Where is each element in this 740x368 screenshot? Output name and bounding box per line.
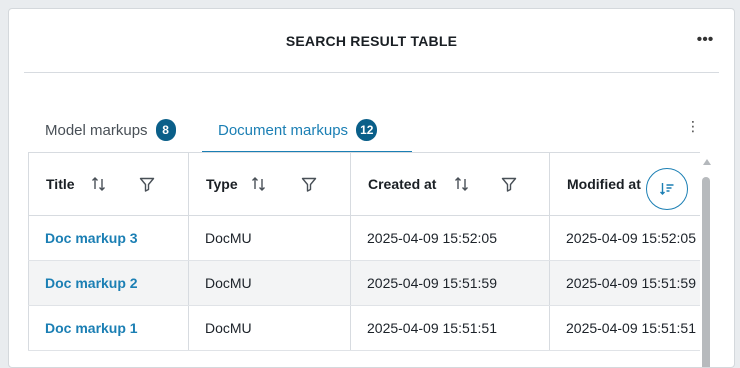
column-header-type: Type bbox=[188, 153, 351, 216]
tab-more-button[interactable]: ⋮ bbox=[686, 117, 700, 135]
cell-title: Doc markup 3 bbox=[28, 215, 189, 261]
cell-title: Doc markup 2 bbox=[28, 260, 189, 306]
filter-icon[interactable] bbox=[138, 175, 156, 193]
cell-created-at: 2025-04-09 15:51:59 bbox=[350, 260, 550, 306]
cell-created-at: 2025-04-09 15:52:05 bbox=[350, 215, 550, 261]
header-divider bbox=[24, 72, 719, 73]
panel-title: SEARCH RESULT TABLE bbox=[285, 33, 458, 49]
tab-document-markups[interactable]: Document markups 12 bbox=[202, 109, 412, 153]
filter-icon[interactable] bbox=[500, 175, 518, 193]
count-badge: 8 bbox=[155, 119, 176, 141]
tab-model-markups[interactable]: Model markups 8 bbox=[29, 109, 203, 151]
cell-type: DocMU bbox=[188, 305, 351, 351]
tab-label: Document markups bbox=[218, 121, 349, 139]
sort-icon[interactable] bbox=[90, 175, 108, 193]
column-label: Created at bbox=[368, 176, 437, 192]
cell-modified-at: 2025-04-09 15:51:51 bbox=[549, 305, 700, 351]
table-row[interactable]: Doc markup 3 DocMU 2025-04-09 15:52:05 2… bbox=[28, 215, 700, 261]
cell-type: DocMU bbox=[188, 215, 351, 261]
column-header-modified-at: Modified at bbox=[549, 153, 700, 216]
scroll-up-arrow-icon[interactable] bbox=[703, 159, 711, 165]
panel-more-button[interactable]: ••• bbox=[696, 31, 714, 49]
sort-icon[interactable] bbox=[250, 175, 268, 193]
vertical-scrollbar[interactable] bbox=[702, 159, 712, 367]
cell-modified-at: 2025-04-09 15:51:59 bbox=[549, 260, 700, 306]
cell-type: DocMU bbox=[188, 260, 351, 306]
table-row[interactable]: Doc markup 2 DocMU 2025-04-09 15:51:59 2… bbox=[28, 260, 700, 306]
results-table: Title Type Created at Modified at Doc ma… bbox=[28, 152, 700, 367]
filter-icon[interactable] bbox=[300, 175, 318, 193]
column-header-title: Title bbox=[28, 153, 189, 216]
scrollbar-thumb[interactable] bbox=[702, 177, 710, 367]
column-label: Title bbox=[46, 176, 75, 192]
column-label: Type bbox=[206, 176, 238, 192]
table-row[interactable]: Doc markup 1 DocMU 2025-04-09 15:51:51 2… bbox=[28, 305, 700, 351]
column-header-created-at: Created at bbox=[350, 153, 550, 216]
tab-label: Model markups bbox=[45, 121, 148, 139]
title-link[interactable]: Doc markup 1 bbox=[45, 320, 138, 336]
count-badge: 12 bbox=[356, 119, 378, 141]
sort-icon[interactable] bbox=[453, 175, 471, 193]
tabs: Model markups 8 Document markups 12 bbox=[29, 109, 709, 153]
table-header-row: Title Type Created at Modified at bbox=[28, 153, 700, 216]
column-label: Modified at bbox=[567, 176, 641, 192]
title-link[interactable]: Doc markup 3 bbox=[45, 230, 138, 246]
cell-created-at: 2025-04-09 15:51:51 bbox=[350, 305, 550, 351]
sort-descending-button[interactable] bbox=[646, 168, 688, 210]
cell-modified-at: 2025-04-09 15:52:05 bbox=[549, 215, 700, 261]
panel-header: SEARCH RESULT TABLE ••• bbox=[9, 9, 734, 73]
sort-descending-icon bbox=[660, 183, 674, 195]
cell-title: Doc markup 1 bbox=[28, 305, 189, 351]
search-result-panel: SEARCH RESULT TABLE ••• Model markups 8 … bbox=[8, 8, 735, 368]
title-link[interactable]: Doc markup 2 bbox=[45, 275, 138, 291]
